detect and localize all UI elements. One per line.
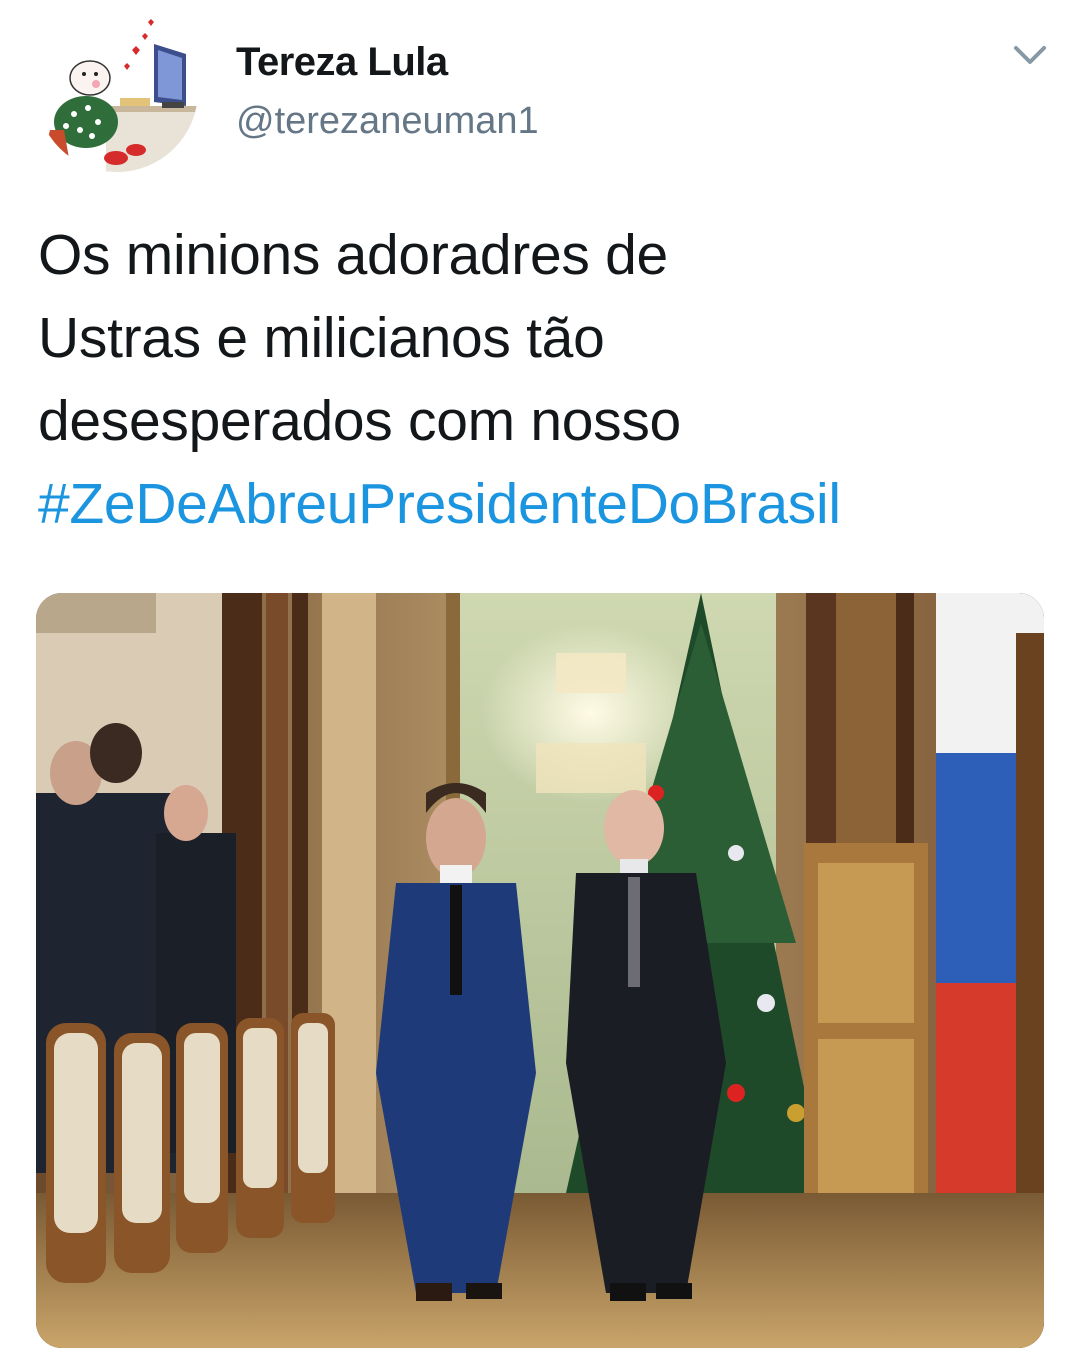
author-name[interactable]: Tereza Lula — [236, 40, 448, 85]
author-avatar[interactable] — [36, 10, 198, 172]
avatar-illustration — [36, 10, 198, 172]
hashtag-link[interactable]: #ZeDeAbreuPresidenteDoBrasil — [38, 463, 1038, 546]
tweet-text-line: Ustras e milicianos tão — [38, 306, 605, 370]
tweet-photo[interactable] — [36, 593, 1044, 1348]
tweet-text-line: Os minions adoradres de — [38, 223, 668, 287]
tweet-text-line: desesperados com nosso — [38, 389, 681, 453]
author-handle[interactable]: @terezaneuman1 — [236, 100, 539, 143]
tweet-card: Tereza Lula @terezaneuman1 Os minions ad… — [0, 0, 1080, 1359]
chevron-down-icon[interactable] — [1006, 36, 1054, 76]
tweet-text: Os minions adoradres de Ustras e milicia… — [38, 214, 1038, 546]
photo-scene — [36, 593, 1044, 1348]
